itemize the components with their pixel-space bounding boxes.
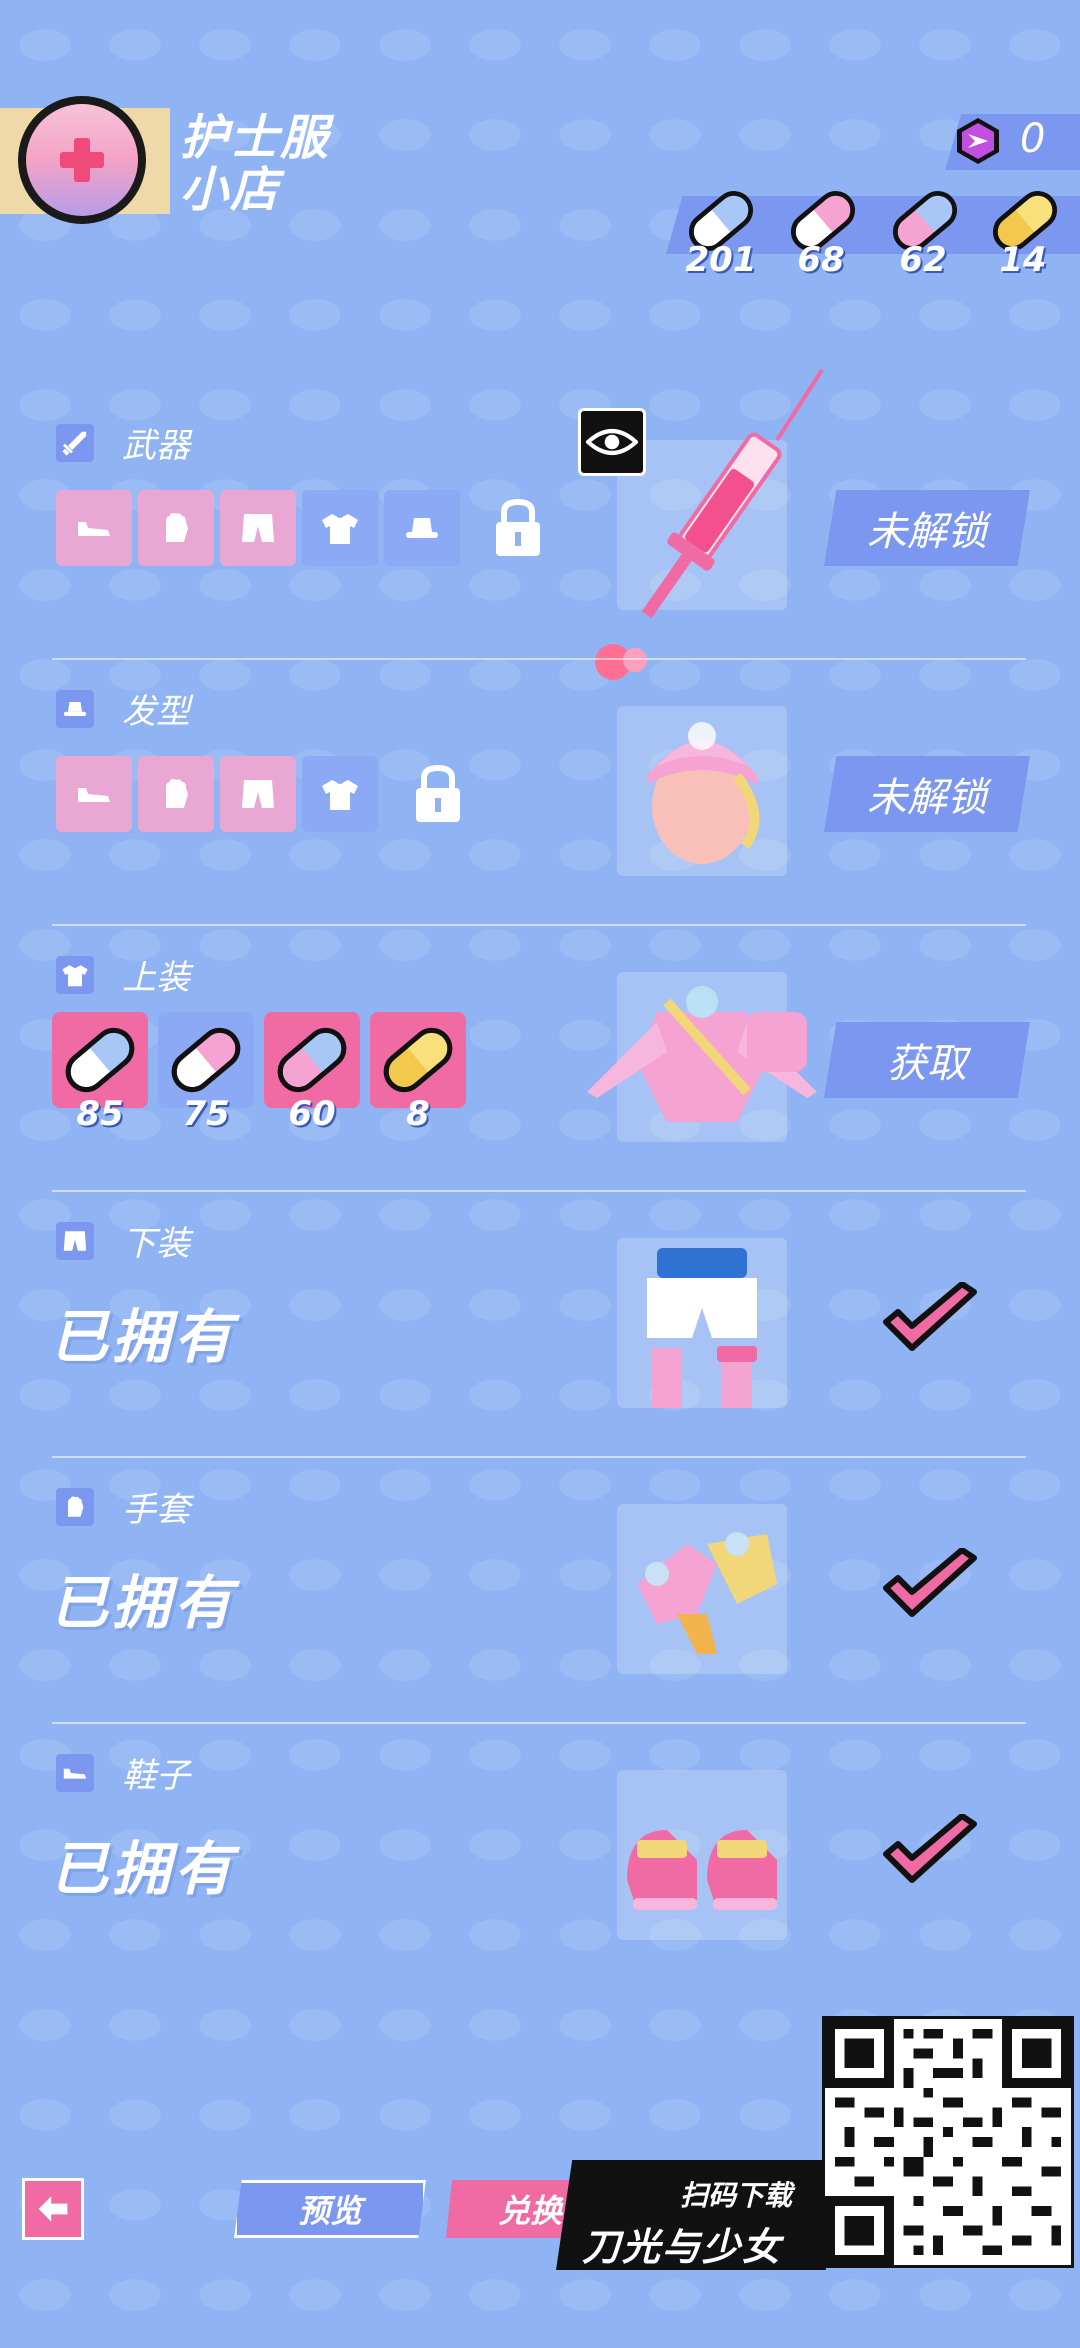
preview-shoes — [617, 1770, 787, 1940]
lock-icon — [490, 496, 546, 562]
preview-hair — [617, 706, 787, 876]
get-button-top[interactable]: 获取 — [824, 1022, 1030, 1098]
preview-top — [587, 972, 817, 1142]
eye-icon — [586, 429, 638, 455]
sword-icon — [56, 424, 94, 462]
back-arrow-icon — [38, 2196, 68, 2222]
section-label-bottom: 下装 — [122, 1224, 190, 1264]
cost-count: 75 — [182, 1094, 230, 1134]
section-divider — [52, 1456, 1026, 1458]
pill-gold-icon — [374, 1016, 462, 1104]
slot-gloves — [138, 490, 214, 566]
shoes-preview-icon — [627, 1830, 777, 1910]
gloves-preview-icon — [637, 1532, 777, 1654]
preview-eye-button[interactable] — [578, 408, 646, 476]
owned-status-shoes: 已拥有 — [50, 1835, 237, 1903]
shorts-icon — [242, 780, 274, 808]
currency-count-blue: 201 — [685, 240, 757, 280]
shorts-preview-icon — [647, 1248, 757, 1408]
lock-icon — [410, 762, 466, 828]
section-label-gloves: 手套 — [122, 1490, 190, 1530]
unlock-status-weapon[interactable]: 未解锁 — [824, 490, 1030, 566]
shop-title-line1: 护士服 — [180, 110, 331, 166]
currency-count-gold: 14 — [999, 240, 1047, 280]
glove-icon — [56, 1488, 94, 1526]
preview-bottom — [617, 1238, 787, 1408]
section-label-top: 上装 — [122, 958, 190, 998]
download-qr-code — [822, 2016, 1074, 2268]
gem-count: 0 — [1020, 116, 1046, 162]
shorts-icon — [242, 514, 274, 542]
section-label-weapon: 武器 — [122, 426, 190, 466]
pill-pink-icon — [162, 1016, 250, 1104]
nurse-cap-icon — [647, 722, 760, 864]
gem-icon — [957, 118, 999, 164]
promo-game-title: 刀光与少女 — [582, 2225, 783, 2269]
preview-button[interactable]: 预览 — [234, 2180, 426, 2238]
section-label-hair: 发型 — [122, 692, 190, 732]
slot-top — [302, 756, 378, 832]
promo-subtitle: 扫码下载 — [680, 2179, 793, 2212]
shirt-icon — [322, 514, 358, 544]
slot-bottoms — [220, 756, 296, 832]
shirt-icon — [322, 780, 358, 810]
slot-hair — [384, 490, 460, 566]
shoe-icon — [78, 788, 110, 802]
qr-code-icon — [825, 2019, 1071, 2265]
cost-count: 60 — [288, 1094, 336, 1134]
section-divider — [52, 1190, 1026, 1192]
shop-title: 护士服 小店 — [180, 112, 400, 216]
check-icon — [883, 1282, 977, 1351]
glove-icon — [166, 513, 188, 542]
medical-cross-icon — [60, 138, 104, 182]
glove-icon — [166, 779, 188, 808]
section-divider — [52, 1722, 1026, 1724]
section-divider — [52, 924, 1026, 926]
slot-shoes — [56, 756, 132, 832]
shoe-icon — [56, 1754, 94, 1792]
owned-status-bottom: 已拥有 — [50, 1303, 237, 1371]
cost-count: 85 — [76, 1094, 124, 1134]
currency-count-pink: 68 — [797, 240, 845, 280]
check-icon — [883, 1548, 977, 1617]
shoe-icon — [78, 522, 110, 536]
slot-gloves — [138, 756, 214, 832]
owned-status-gloves: 已拥有 — [50, 1569, 237, 1637]
nurse-top-icon — [587, 986, 817, 1122]
preview-gloves — [617, 1504, 787, 1674]
back-button[interactable] — [22, 2178, 84, 2240]
unlock-status-hair[interactable]: 未解锁 — [824, 756, 1030, 832]
hat-icon — [56, 690, 94, 728]
shop-title-line2: 小店 — [180, 162, 281, 218]
check-icon — [883, 1814, 977, 1883]
pill-pinkblue-icon — [268, 1016, 356, 1104]
section-divider — [52, 658, 1026, 660]
shorts-icon — [56, 1222, 94, 1260]
cost-count: 8 — [406, 1094, 430, 1134]
pill-blue-icon — [56, 1016, 144, 1104]
section-label-shoes: 鞋子 — [122, 1756, 190, 1796]
slot-top — [302, 490, 378, 566]
slot-bottoms — [220, 490, 296, 566]
shirt-icon — [56, 956, 94, 994]
hat-icon — [406, 518, 438, 538]
slot-shoes — [56, 490, 132, 566]
shop-logo — [18, 96, 146, 224]
currency-count-pinkblue: 62 — [899, 240, 947, 280]
